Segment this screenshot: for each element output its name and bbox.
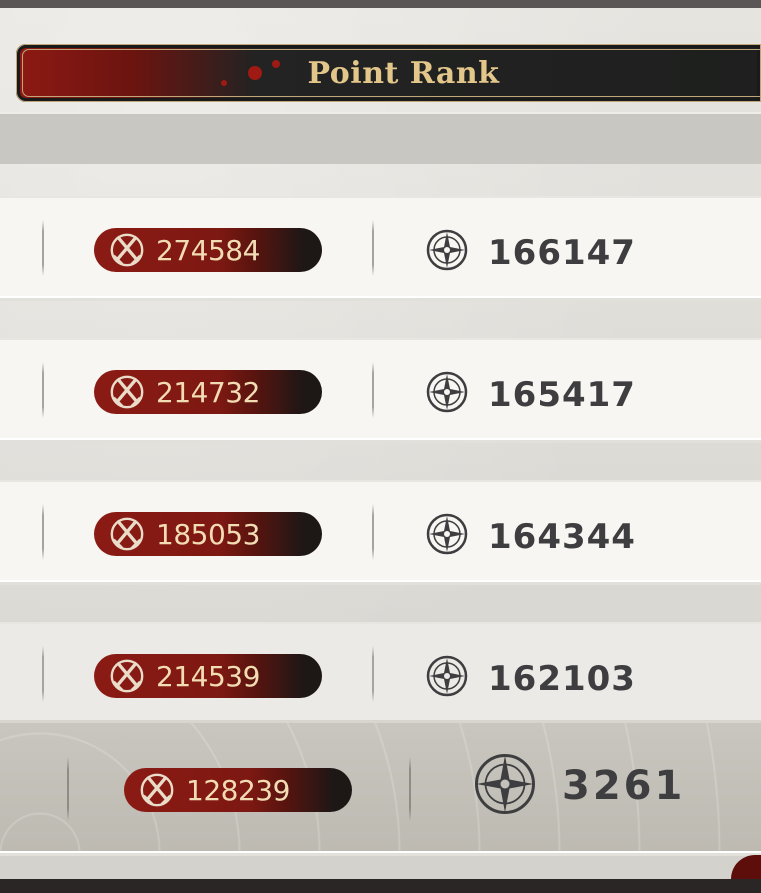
row-divider xyxy=(42,362,44,418)
compass-icon xyxy=(426,371,468,413)
crossed-swords-icon xyxy=(110,659,144,693)
row-divider xyxy=(372,362,374,418)
points-value: 164344 xyxy=(488,517,636,557)
row-divider xyxy=(372,646,374,702)
points-value: 165417 xyxy=(488,375,636,415)
compass-icon xyxy=(426,229,468,271)
rank-row[interactable]: 185053 164344 xyxy=(0,480,761,585)
compass-icon xyxy=(426,655,468,697)
column-header-strip xyxy=(0,112,761,164)
kills-value: 274584 xyxy=(156,234,260,267)
crossed-swords-icon xyxy=(110,233,144,267)
crossed-swords-icon xyxy=(140,773,174,807)
rank-row[interactable]: 214732 165417 xyxy=(0,338,761,443)
kills-badge: 128239 xyxy=(124,768,352,812)
compass-icon xyxy=(426,513,468,555)
row-divider xyxy=(372,220,374,276)
kills-badge: 185053 xyxy=(94,512,322,556)
points-value: 166147 xyxy=(488,233,636,273)
kills-value: 128239 xyxy=(186,774,290,807)
kills-value: 185053 xyxy=(156,518,260,551)
row-divider xyxy=(42,220,44,276)
page-title: Point Rank xyxy=(307,56,500,91)
kills-badge: 274584 xyxy=(94,228,322,272)
crossed-swords-icon xyxy=(110,375,144,409)
kills-value: 214539 xyxy=(156,660,260,693)
bottom-edge xyxy=(0,879,761,893)
row-divider xyxy=(42,504,44,560)
row-divider xyxy=(372,504,374,560)
points-value: 3261 xyxy=(562,763,686,809)
rank-row[interactable]: 274584 166147 xyxy=(0,196,761,301)
row-divider xyxy=(42,646,44,702)
kills-badge: 214539 xyxy=(94,654,322,698)
points-value: 162103 xyxy=(488,659,636,699)
kills-badge: 214732 xyxy=(94,370,322,414)
row-divider xyxy=(409,757,411,821)
kills-value: 214732 xyxy=(156,376,260,409)
top-edge xyxy=(0,0,761,8)
compass-icon xyxy=(475,754,535,814)
rank-row[interactable]: 214539 162103 xyxy=(0,622,761,727)
row-divider xyxy=(67,757,69,821)
crossed-swords-icon xyxy=(110,517,144,551)
title-banner: Point Rank xyxy=(16,44,761,102)
self-rank-row[interactable]: 128239 3261 xyxy=(0,720,761,856)
